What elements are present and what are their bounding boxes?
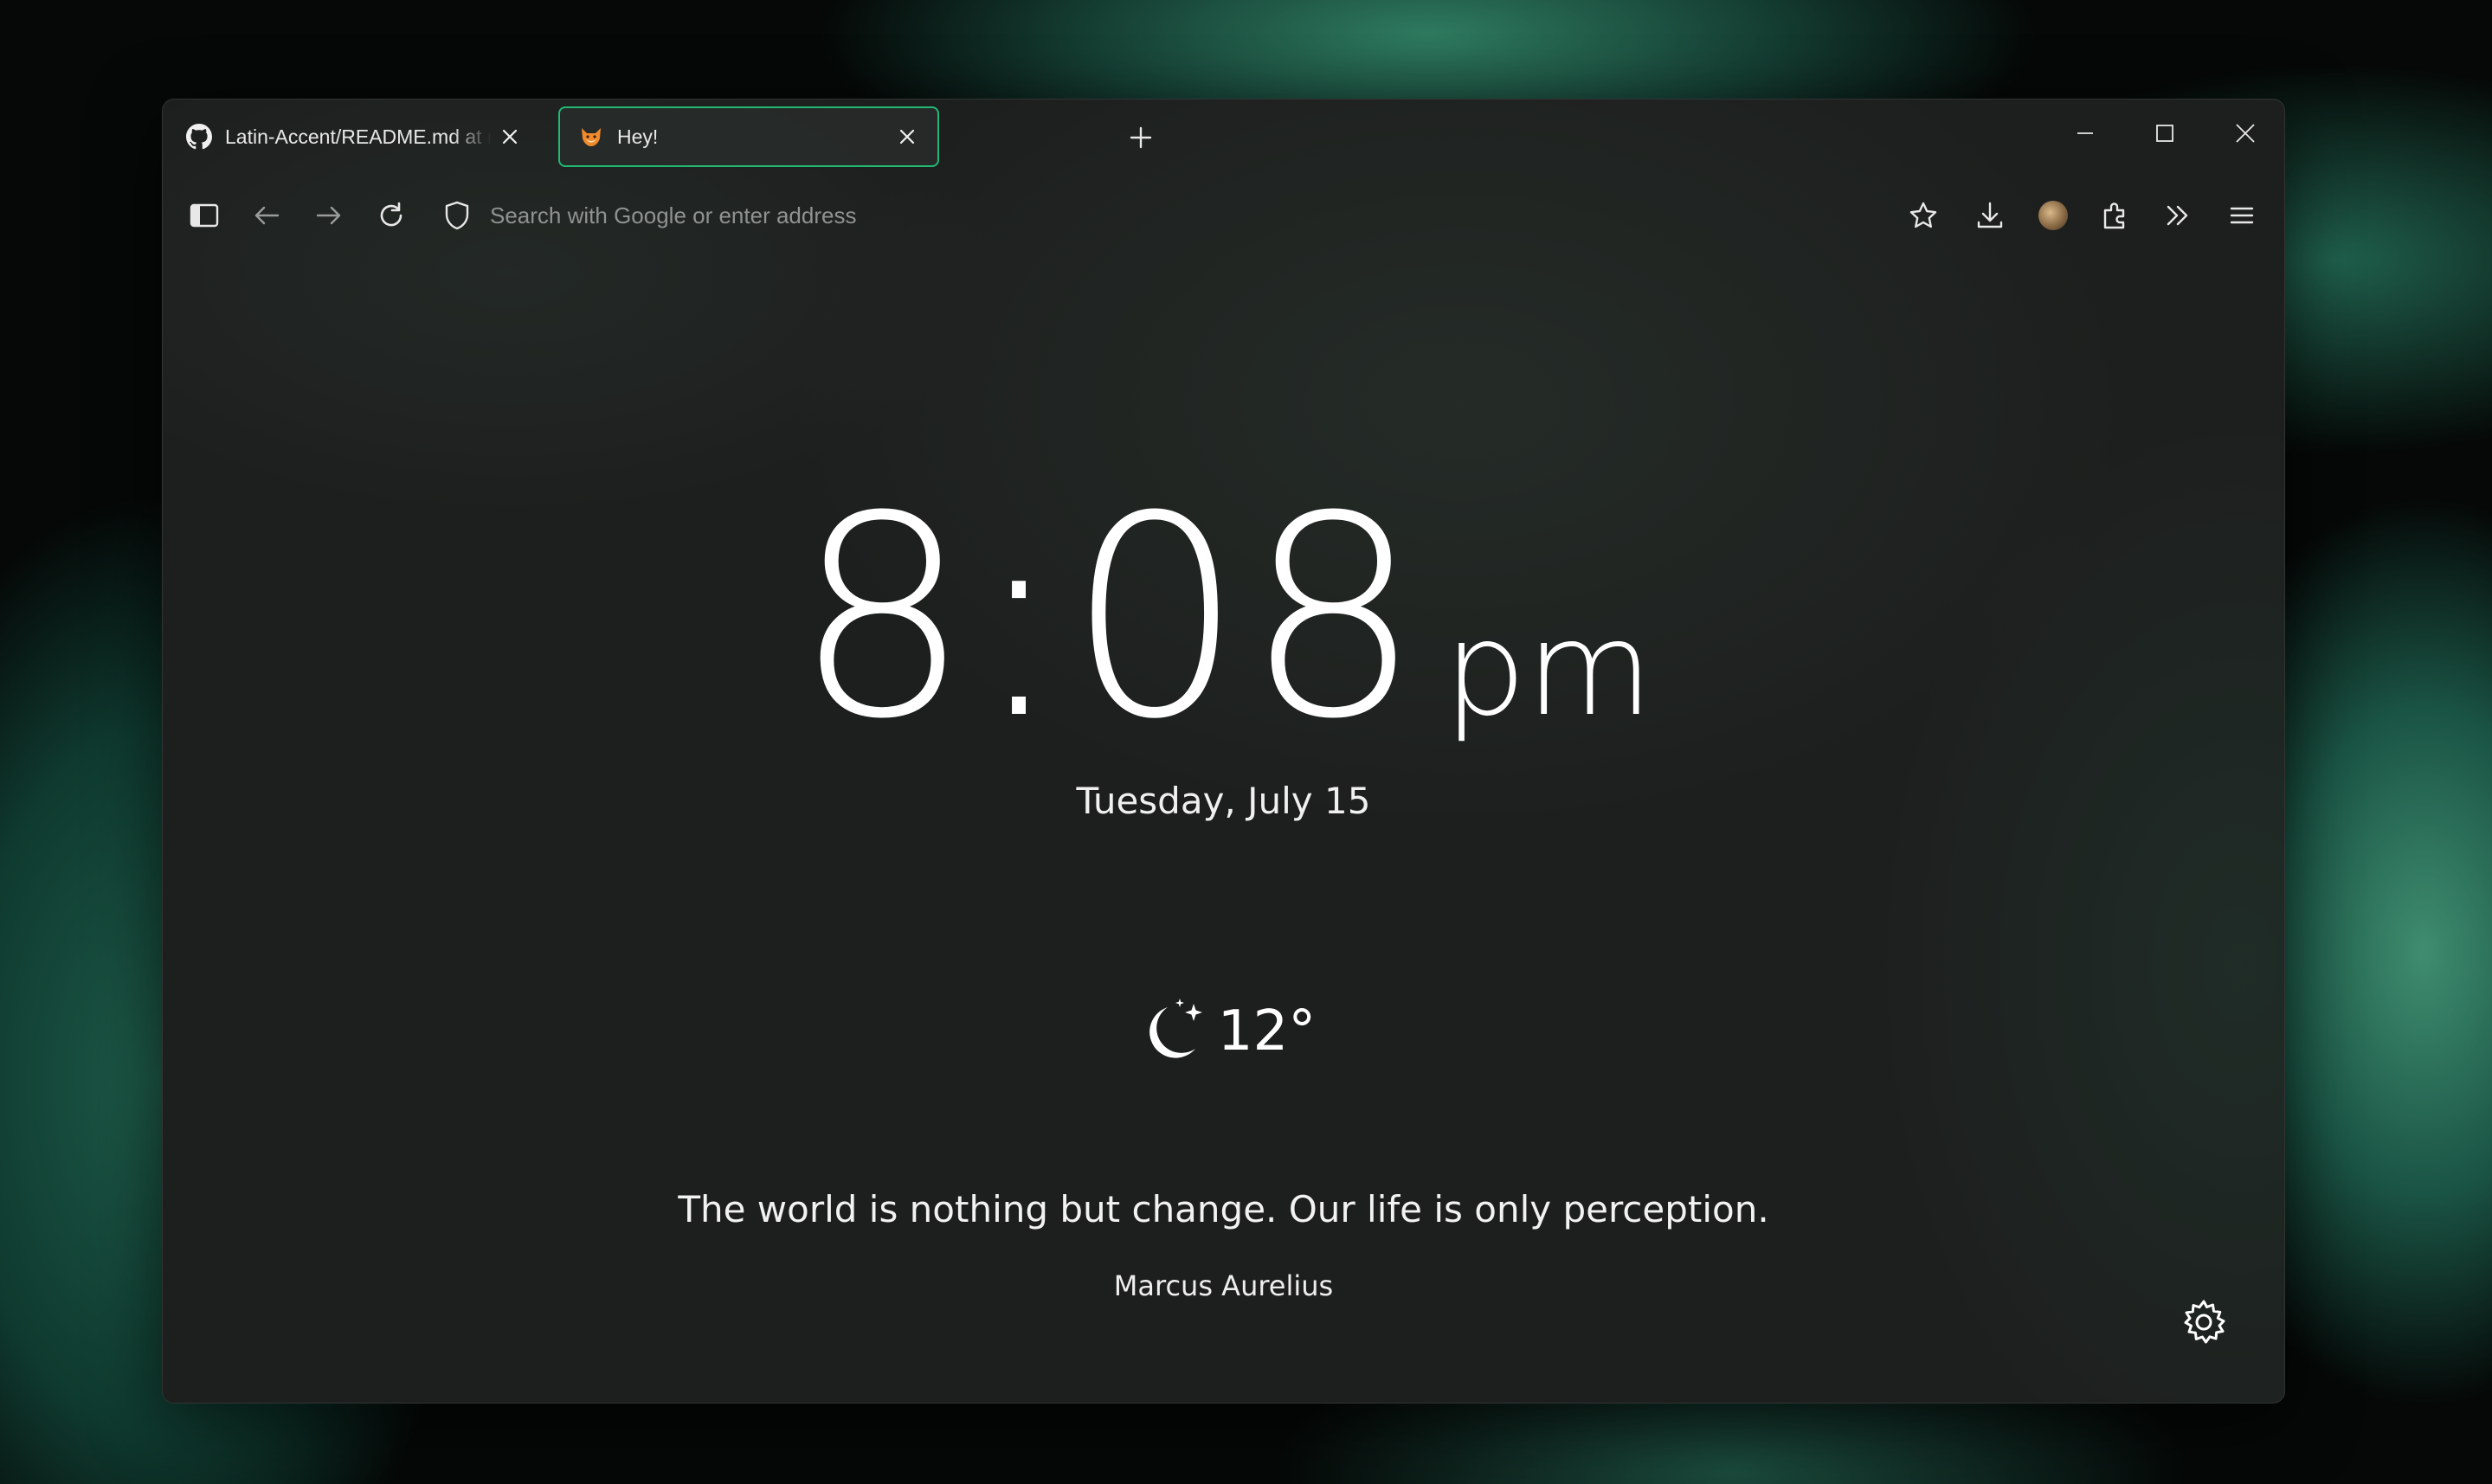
clock-time: 8:08	[794, 458, 1424, 780]
close-icon	[2236, 124, 2255, 143]
close-tab-icon[interactable]	[894, 124, 920, 150]
weather-widget: 12°	[163, 995, 2284, 1068]
puzzle-icon	[2103, 202, 2125, 229]
new-tab-button[interactable]	[1120, 117, 1162, 158]
chevron-double-right-icon	[2167, 205, 2188, 226]
hamburger-menu-icon	[2230, 207, 2254, 224]
shield-icon[interactable]	[438, 196, 476, 234]
bookmark-button[interactable]	[1901, 193, 1946, 238]
quote-author: Marcus Aurelius	[1113, 1269, 1334, 1302]
back-button[interactable]	[244, 193, 289, 238]
moon-stars-icon	[1149, 999, 1202, 1058]
tab-title: Latin-Accent/README.md at main	[225, 125, 492, 148]
clock-ampm: pm	[1444, 594, 1653, 745]
navigation-bar	[163, 176, 2284, 254]
reload-icon	[380, 202, 402, 227]
more-tools-button[interactable]	[2155, 193, 2200, 238]
address-input[interactable]	[490, 202, 1788, 229]
sidebar-toggle-button[interactable]	[182, 193, 227, 238]
arrow-left-icon	[254, 206, 280, 225]
quote-text: The world is nothing but change. Our lif…	[678, 1188, 1769, 1230]
date-display: Tuesday, July 15	[1076, 780, 1371, 822]
clock: 8:08 pm	[163, 480, 2284, 757]
tab-github-readme[interactable]: Latin-Accent/README.md at main	[168, 106, 540, 167]
tab-title: Hey!	[617, 125, 659, 148]
minimize-icon	[2077, 132, 2093, 134]
maximize-button[interactable]	[2135, 112, 2195, 155]
maximize-icon	[2156, 125, 2173, 142]
fox-icon	[577, 123, 605, 151]
gear-icon	[2184, 1300, 2225, 1344]
sidebar-icon	[190, 203, 219, 228]
close-tab-icon[interactable]	[497, 124, 523, 150]
minimize-button[interactable]	[2055, 112, 2115, 155]
download-icon	[1977, 202, 2003, 228]
temperature: 12°	[1217, 999, 1317, 1063]
menu-button[interactable]	[2219, 193, 2264, 238]
address-bar[interactable]	[438, 193, 1788, 238]
avatar	[2038, 201, 2068, 230]
tab-strip: Latin-Accent/README.md at main Hey!	[163, 100, 2284, 176]
forward-button[interactable]	[306, 193, 351, 238]
account-button[interactable]	[2031, 193, 2076, 238]
reload-button[interactable]	[369, 193, 414, 238]
star-icon	[1909, 202, 1937, 228]
close-window-button[interactable]	[2215, 112, 2276, 155]
browser-window: Latin-Accent/README.md at main Hey!	[162, 99, 2285, 1404]
plus-icon	[1130, 126, 1152, 149]
tab-hey[interactable]: Hey!	[558, 106, 939, 167]
github-icon	[185, 123, 213, 151]
arrow-right-icon	[316, 206, 341, 225]
settings-button[interactable]	[2177, 1295, 2231, 1349]
extensions-button[interactable]	[2093, 193, 2138, 238]
downloads-button[interactable]	[1967, 193, 2012, 238]
